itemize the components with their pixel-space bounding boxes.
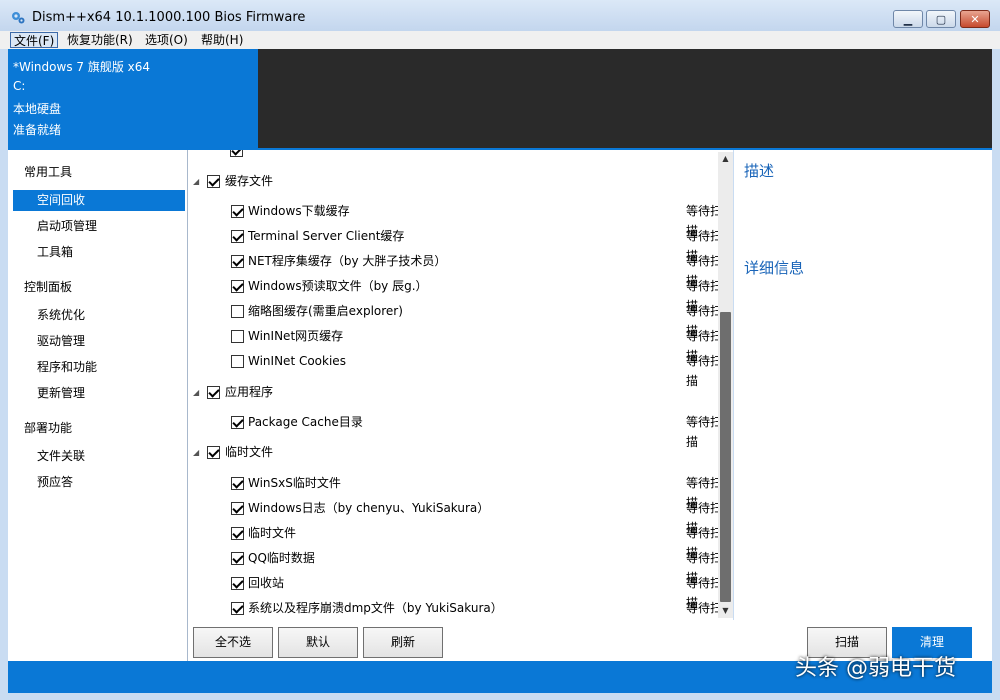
scroll-down-arrow-icon[interactable]: ▼	[718, 604, 733, 618]
item-label: Windows下载缓存	[248, 204, 350, 218]
menu-restore[interactable]: 恢复功能(R)	[64, 32, 136, 48]
sidebar-item-startup[interactable]: 启动项管理	[13, 216, 185, 237]
watermark-text: 头条 @弱电干货	[795, 656, 956, 681]
maximize-button[interactable]: ▢	[926, 10, 956, 28]
description-panel: 描述 详细信息	[734, 150, 992, 620]
item-label: NET程序集缓存（by 大胖子技术员）	[248, 254, 447, 268]
title-bar[interactable]: Dism++x64 10.1.1000.100 Bios Firmware ▁ …	[0, 0, 1000, 31]
cleanup-list[interactable]: ◢ 缓存文件 Windows下载缓存 等待扫描 Terminal Server …	[188, 150, 733, 620]
item-checkbox[interactable]	[231, 552, 244, 565]
menu-options[interactable]: 选项(O)	[142, 32, 191, 48]
item-label: Windows日志（by chenyu、YukiSakura）	[248, 501, 490, 515]
item-checkbox[interactable]	[231, 205, 244, 218]
status-text: 准备就绪	[13, 123, 62, 137]
sidebar-group-deploy: 部署功能	[24, 421, 73, 435]
app-window: Dism++x64 10.1.1000.100 Bios Firmware ▁ …	[0, 0, 1000, 700]
description-title: 描述	[744, 162, 775, 180]
item-checkbox[interactable]	[231, 255, 244, 268]
close-button[interactable]: ✕	[960, 10, 990, 28]
menu-bar: 文件(F) 恢复功能(R) 选项(O) 帮助(H)	[0, 31, 1000, 49]
item-label: Windows预读取文件（by 辰g.）	[248, 279, 428, 293]
select-none-button[interactable]: 全不选	[193, 627, 273, 658]
sidebar-item-space-cleanup[interactable]: 空间回收	[13, 190, 185, 211]
item-label: QQ临时数据	[248, 551, 315, 565]
header-dark-area	[258, 49, 992, 148]
item-label: 回收站	[248, 576, 285, 590]
window-title: Dism++x64 10.1.1000.100 Bios Firmware	[32, 10, 306, 25]
sidebar-group-common-tools: 常用工具	[24, 165, 73, 179]
category-label: 缓存文件	[225, 174, 274, 188]
item-label: Package Cache目录	[248, 415, 363, 429]
partial-item-checkbox[interactable]	[230, 150, 243, 157]
scroll-up-arrow-icon[interactable]: ▲	[718, 152, 733, 166]
item-checkbox[interactable]	[231, 527, 244, 540]
default-button[interactable]: 默认	[278, 627, 358, 658]
category-checkbox[interactable]	[207, 446, 220, 459]
item-checkbox[interactable]	[231, 577, 244, 590]
item-checkbox[interactable]	[231, 230, 244, 243]
gears-app-icon	[12, 12, 25, 24]
item-label: Terminal Server Client缓存	[248, 229, 405, 243]
details-title: 详细信息	[744, 259, 805, 277]
item-label: 临时文件	[248, 526, 297, 540]
category-label: 应用程序	[225, 385, 274, 399]
item-label: 系统以及程序崩溃dmp文件（by YukiSakura）	[248, 601, 498, 615]
sidebar-item-file-assoc[interactable]: 文件关联	[13, 446, 185, 467]
sidebar-item-updates[interactable]: 更新管理	[13, 383, 185, 404]
sidebar: 常用工具 空间回收 启动项管理 工具箱 控制面板 系统优化 驱动管理 程序和功能…	[8, 150, 188, 661]
refresh-button[interactable]: 刷新	[363, 627, 443, 658]
category-checkbox[interactable]	[207, 175, 220, 188]
sidebar-item-drivers[interactable]: 驱动管理	[13, 331, 185, 352]
session-info-panel[interactable]: *Windows 7 旗舰版 x64 C: 本地硬盘 准备就绪	[8, 49, 258, 148]
item-label: 缩略图缓存(需重启explorer)	[248, 304, 403, 318]
item-checkbox[interactable]	[231, 280, 244, 293]
expand-triangle-icon[interactable]: ◢	[193, 177, 199, 186]
item-checkbox[interactable]	[231, 602, 244, 615]
sidebar-item-answer-file[interactable]: 预应答	[13, 472, 185, 493]
os-name: *Windows 7 旗舰版 x64	[13, 60, 151, 74]
category-label: 临时文件	[225, 445, 274, 459]
disk-type: 本地硬盘	[13, 102, 62, 116]
drive-letter: C:	[13, 79, 26, 93]
item-checkbox[interactable]	[231, 416, 244, 429]
item-checkbox[interactable]	[231, 305, 244, 318]
item-label: WinSxS临时文件	[248, 476, 341, 490]
list-scrollbar[interactable]: ▲ ▼	[718, 152, 733, 618]
sidebar-item-programs[interactable]: 程序和功能	[13, 357, 185, 378]
menu-help[interactable]: 帮助(H)	[198, 32, 246, 48]
expand-triangle-icon[interactable]: ◢	[193, 388, 199, 397]
sidebar-group-control-panel: 控制面板	[24, 280, 73, 294]
item-label: WinINet网页缓存	[248, 329, 344, 343]
scroll-thumb[interactable]	[720, 312, 731, 602]
sidebar-item-system-optimize[interactable]: 系统优化	[13, 305, 185, 326]
menu-file[interactable]: 文件(F)	[10, 32, 59, 48]
item-checkbox[interactable]	[231, 477, 244, 490]
sidebar-item-toolbox[interactable]: 工具箱	[13, 242, 185, 263]
minimize-button[interactable]: ▁	[893, 10, 923, 28]
item-checkbox[interactable]	[231, 330, 244, 343]
expand-triangle-icon[interactable]: ◢	[193, 448, 199, 457]
item-label: WinINet Cookies	[248, 354, 346, 368]
item-checkbox[interactable]	[231, 502, 244, 515]
item-checkbox[interactable]	[231, 355, 244, 368]
category-checkbox[interactable]	[207, 386, 220, 399]
window-bottom-border	[0, 693, 1000, 700]
